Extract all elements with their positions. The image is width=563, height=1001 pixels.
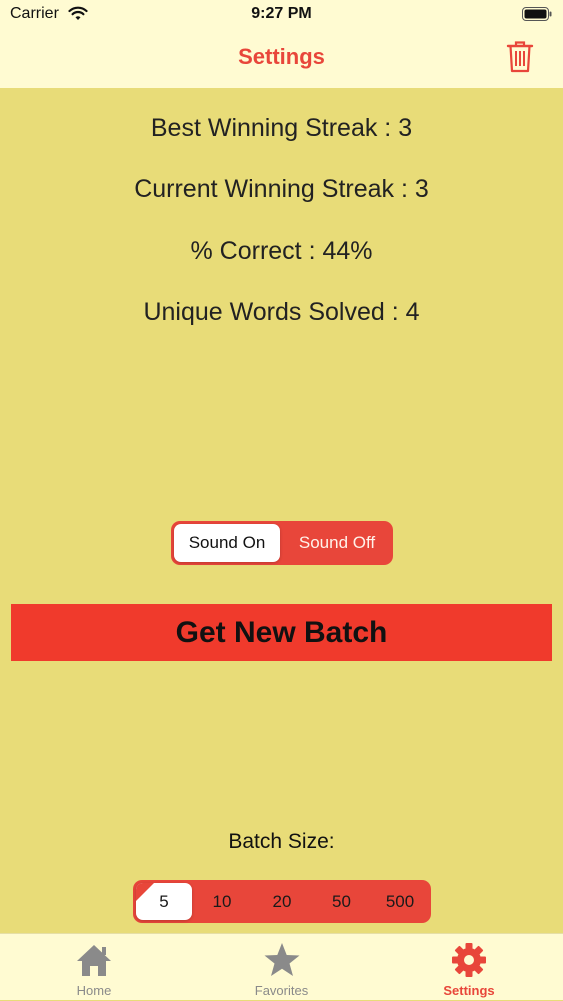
batch-size-option-50[interactable]: 50 (312, 883, 371, 920)
sound-off-option[interactable]: Sound Off (283, 524, 391, 562)
tab-favorites-label: Favorites (254, 983, 309, 998)
nav-bar: Settings (0, 28, 563, 88)
current-winning-streak: Current Winning Streak : 3 (134, 175, 429, 203)
corner-flag (136, 883, 154, 901)
sound-on-option[interactable]: Sound On (174, 524, 280, 562)
tab-home-label: Home (76, 983, 112, 998)
clock: 9:27 PM (251, 5, 312, 22)
unique-words-solved: Unique Words Solved : 4 (143, 298, 420, 326)
tab-settings[interactable]: Settings (375, 934, 563, 1001)
get-new-batch-button[interactable]: Get New Batch (11, 604, 552, 661)
batch-size-option-500[interactable]: 500 (371, 883, 429, 920)
tab-settings-label: Settings (443, 983, 495, 998)
batch-size-option-20[interactable]: 20 (252, 883, 312, 920)
best-winning-streak: Best Winning Streak : 3 (150, 114, 413, 142)
status-bar: Carrier 9:27 PM (0, 0, 563, 28)
tab-favorites[interactable]: Favorites (188, 934, 375, 1001)
batch-size-label: Batch Size: (228, 830, 335, 853)
trash-icon[interactable] (504, 38, 536, 74)
batch-size-selector[interactable]: 5 10 20 50 500 (133, 880, 431, 923)
tab-home[interactable]: Home (0, 934, 188, 1001)
home-icon (77, 945, 111, 976)
batch-size-option-10[interactable]: 10 (193, 883, 251, 920)
page-title: Settings (238, 44, 325, 69)
sound-toggle[interactable]: Sound On Sound Off (171, 521, 393, 565)
percent-correct: % Correct : 44% (190, 237, 373, 265)
tab-bar: Home Favorites Settings (0, 933, 563, 1000)
star-icon (264, 943, 299, 976)
battery-icon (522, 7, 552, 21)
batch-size-option-5[interactable]: 5 (136, 883, 192, 920)
gear-icon (452, 943, 486, 977)
